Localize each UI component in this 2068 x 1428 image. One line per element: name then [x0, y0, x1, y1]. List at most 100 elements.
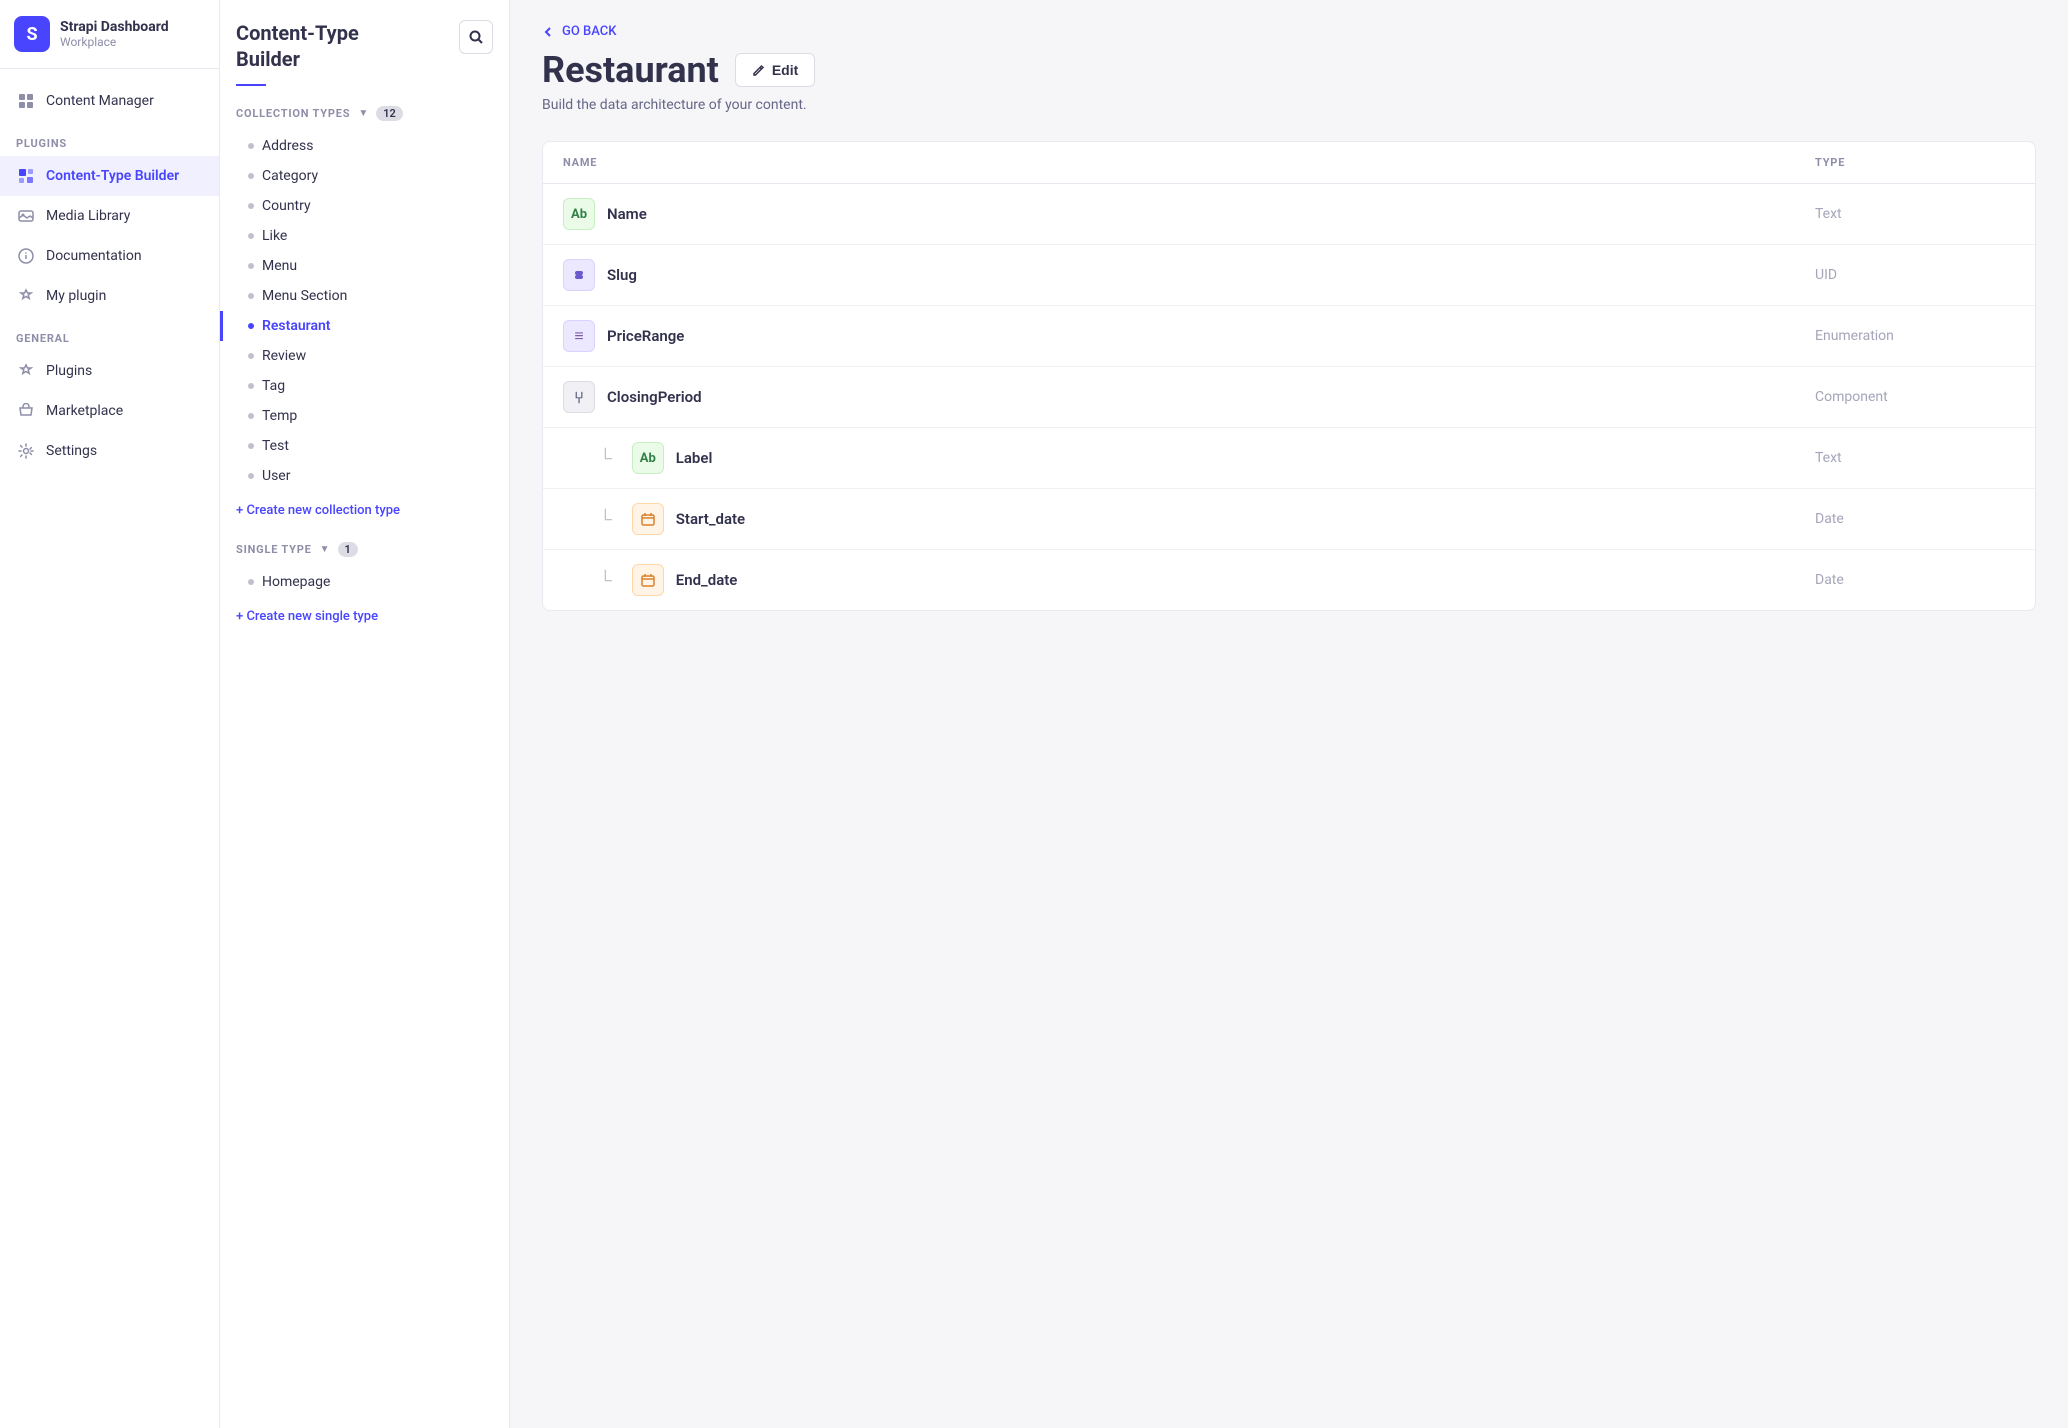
- middle-panel: Content-TypeBuilder COLLECTION TYPES ▼ 1…: [220, 0, 510, 1428]
- closingperiod-field-type: Component: [1815, 389, 2015, 405]
- field-name-cell: Slug: [563, 259, 1815, 291]
- sidebar-item-marketplace-label: Marketplace: [46, 403, 123, 419]
- sidebar-item-settings[interactable]: Settings: [0, 431, 219, 471]
- collection-item-category[interactable]: Category: [220, 161, 509, 191]
- end-date-field-name: End_date: [676, 571, 738, 589]
- go-back-link[interactable]: GO BACK: [542, 24, 2036, 39]
- sidebar-item-documentation-label: Documentation: [46, 248, 142, 264]
- sidebar-item-content-type-builder[interactable]: Content-Type Builder: [0, 156, 219, 196]
- single-item-homepage-label: Homepage: [262, 574, 330, 590]
- collection-item-user[interactable]: User: [220, 461, 509, 491]
- collection-item-temp[interactable]: Temp: [220, 401, 509, 431]
- sidebar-item-settings-label: Settings: [46, 443, 97, 459]
- create-single-type-link[interactable]: + Create new single type: [220, 601, 509, 632]
- bullet-menu: [248, 263, 254, 269]
- collection-item-tag[interactable]: Tag: [220, 371, 509, 401]
- collection-item-menu[interactable]: Menu: [220, 251, 509, 281]
- collection-item-menu-label: Menu: [262, 258, 297, 274]
- single-type-count: 1: [338, 542, 358, 557]
- table-row[interactable]: ≡ PriceRange Enumeration: [543, 306, 2035, 367]
- content-table: NAME TYPE Ab Name Text Slug UID ≡: [542, 141, 2036, 611]
- table-row[interactable]: └ End_date Date: [543, 550, 2035, 610]
- app-info: Strapi Dashboard Workplace: [60, 19, 169, 49]
- field-name-cell: └ Start_date: [599, 503, 1815, 535]
- collection-item-test-label: Test: [262, 438, 289, 454]
- sidebar-item-documentation[interactable]: Documentation: [0, 236, 219, 276]
- table-header: NAME TYPE: [543, 142, 2035, 184]
- bullet-country: [248, 203, 254, 209]
- table-row[interactable]: └ Start_date Date: [543, 489, 2035, 550]
- content-manager-icon: [16, 91, 36, 111]
- collection-item-restaurant-label: Restaurant: [262, 318, 331, 334]
- collection-item-restaurant[interactable]: Restaurant: [220, 311, 509, 341]
- main-content: GO BACK Restaurant Edit Build the data a…: [510, 0, 2068, 1428]
- sidebar-item-media-library[interactable]: Media Library: [0, 196, 219, 236]
- field-name-cell: └ End_date: [599, 564, 1815, 596]
- name-field-icon: Ab: [563, 198, 595, 230]
- page-subtitle: Build the data architecture of your cont…: [542, 97, 2036, 113]
- single-type-label: SINGLE TYPE: [236, 543, 312, 556]
- table-row[interactable]: ⑂ ClosingPeriod Component: [543, 367, 2035, 428]
- collection-item-country[interactable]: Country: [220, 191, 509, 221]
- collection-item-menu-section[interactable]: Menu Section: [220, 281, 509, 311]
- media-library-icon: [16, 206, 36, 226]
- sidebar-item-plugins[interactable]: Plugins: [0, 351, 219, 391]
- sidebar: S Strapi Dashboard Workplace Content Man…: [0, 0, 220, 1428]
- collection-item-address-label: Address: [262, 138, 313, 154]
- single-item-homepage[interactable]: Homepage: [220, 567, 509, 597]
- sidebar-item-my-plugin[interactable]: My plugin: [0, 276, 219, 316]
- sidebar-item-content-type-builder-label: Content-Type Builder: [46, 168, 179, 184]
- label-field-name: Label: [676, 449, 713, 467]
- table-row[interactable]: Ab Name Text: [543, 184, 2035, 245]
- closingperiod-field-name: ClosingPeriod: [607, 388, 702, 406]
- bullet-homepage: [248, 579, 254, 585]
- app-subtitle: Workplace: [60, 35, 169, 49]
- collection-item-country-label: Country: [262, 198, 311, 214]
- end-date-field-icon: [632, 564, 664, 596]
- marketplace-icon: [16, 401, 36, 421]
- search-button[interactable]: [459, 20, 493, 54]
- bullet-temp: [248, 413, 254, 419]
- slug-field-icon: [563, 259, 595, 291]
- collection-item-tag-label: Tag: [262, 378, 285, 394]
- documentation-icon: [16, 246, 36, 266]
- sidebar-item-content-manager-label: Content Manager: [46, 93, 154, 109]
- field-name-cell: ≡ PriceRange: [563, 320, 1815, 352]
- start-date-field-icon: [632, 503, 664, 535]
- table-row[interactable]: └ Ab Label Text: [543, 428, 2035, 489]
- table-row[interactable]: Slug UID: [543, 245, 2035, 306]
- bullet-test: [248, 443, 254, 449]
- closingperiod-field-icon: ⑂: [563, 381, 595, 413]
- title-divider: [236, 84, 266, 86]
- sidebar-item-content-manager[interactable]: Content Manager: [0, 81, 219, 121]
- collection-item-temp-label: Temp: [262, 408, 297, 424]
- single-type-header: SINGLE TYPE ▼ 1: [220, 534, 509, 563]
- create-collection-type-link[interactable]: + Create new collection type: [220, 495, 509, 526]
- bullet-like: [248, 233, 254, 239]
- collection-item-review[interactable]: Review: [220, 341, 509, 371]
- edit-button[interactable]: Edit: [735, 53, 815, 87]
- end-date-field-type: Date: [1815, 572, 2015, 588]
- type-column-header: TYPE: [1815, 156, 2015, 169]
- pricerange-field-name: PriceRange: [607, 327, 684, 345]
- go-back-label: GO BACK: [562, 24, 616, 39]
- collection-item-like[interactable]: Like: [220, 221, 509, 251]
- plugins-icon: [16, 361, 36, 381]
- start-date-field-name: Start_date: [676, 510, 745, 528]
- collection-types-label: COLLECTION TYPES: [236, 107, 350, 120]
- field-name-cell: Ab Name: [563, 198, 1815, 230]
- middle-panel-header: Content-TypeBuilder: [220, 0, 509, 84]
- field-name-cell: └ Ab Label: [599, 442, 1815, 474]
- collection-item-test[interactable]: Test: [220, 431, 509, 461]
- bullet-review: [248, 353, 254, 359]
- bullet-restaurant: [248, 323, 254, 329]
- collection-item-menu-section-label: Menu Section: [262, 288, 347, 304]
- sidebar-item-marketplace[interactable]: Marketplace: [0, 391, 219, 431]
- name-field-type: Text: [1815, 206, 2015, 222]
- page-title: Restaurant: [542, 49, 719, 91]
- bullet-tag: [248, 383, 254, 389]
- name-field-name: Name: [607, 205, 647, 223]
- label-field-icon: Ab: [632, 442, 664, 474]
- general-section-label: GENERAL: [0, 316, 219, 351]
- collection-item-address[interactable]: Address: [220, 131, 509, 161]
